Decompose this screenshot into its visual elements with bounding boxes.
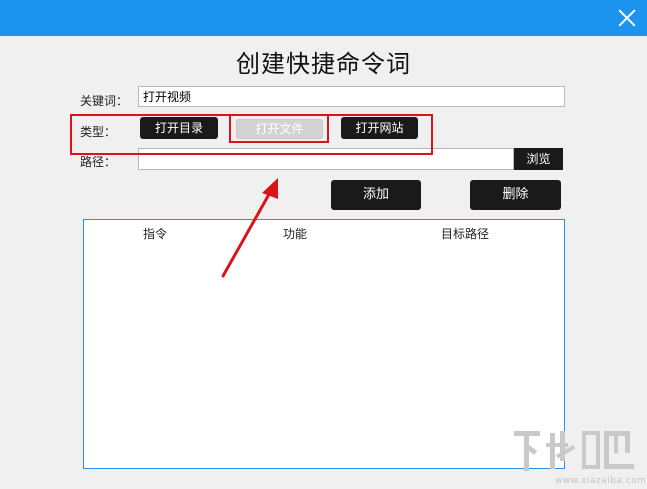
watermark-url: www.xiazaiba.com <box>555 476 647 486</box>
annotation-arrow-icon <box>221 178 278 278</box>
